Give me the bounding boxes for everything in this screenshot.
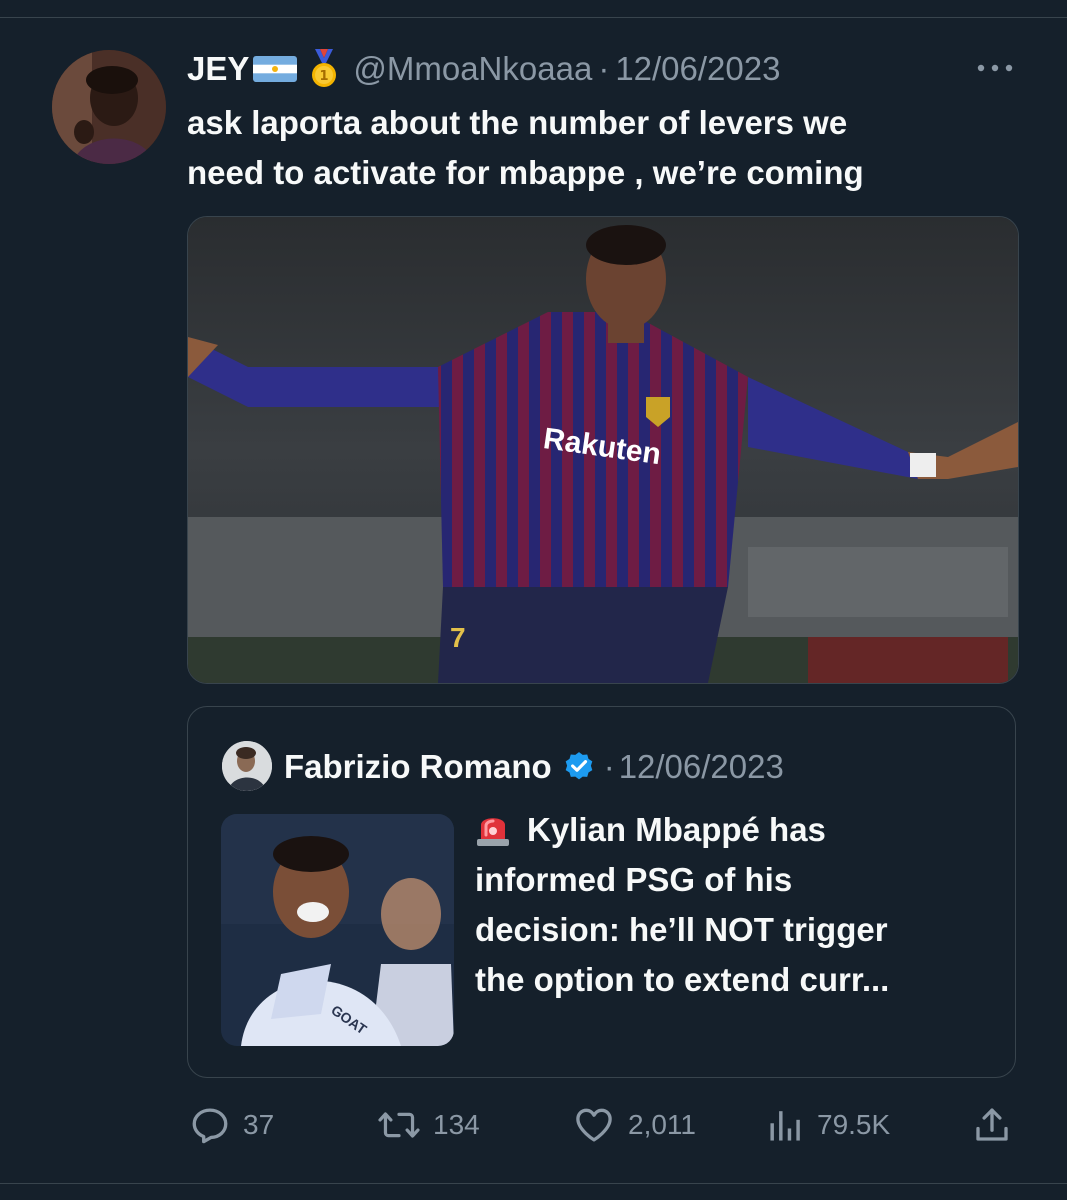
quoted-text-line-2: informed PSG of his [475,861,793,898]
author-name[interactable]: JEY [187,50,249,88]
divider [0,1183,1067,1184]
views-icon [770,1111,800,1141]
quoted-date[interactable]: 12/06/2023 [619,748,784,786]
rotating-light-icon [475,809,511,847]
quoted-text-line: Kylian Mbappé has [475,805,995,855]
reply-icon [192,1108,228,1144]
shirt-number-text: 7 [450,622,466,653]
tweet-image[interactable]: Rakuten 7 [187,216,1019,684]
like-count: 2,011 [628,1109,696,1140]
tweet-page: JEY 1 @MmoaNkoaaa · 12/06/2023 ask lapor… [0,0,1067,1200]
quoted-author-avatar[interactable] [222,741,272,791]
quoted-image[interactable]: GOAT [221,814,454,1046]
dot-separator: · [603,748,615,785]
tweet-header: JEY 1 @MmoaNkoaaa · 12/06/2023 [187,46,780,92]
quoted-author-name[interactable]: Fabrizio Romano [284,748,552,786]
svg-text:1: 1 [320,69,329,84]
reply-button[interactable]: 37 [189,1100,274,1150]
quoted-text-line-4: the option to extend curr... [475,961,890,998]
quoted-text-line-3: decision: he’ll NOT trigger [475,911,888,948]
retweet-icon [378,1112,420,1138]
tweet-text-line: ask laporta about the number of levers w… [187,104,848,141]
tweet-text: ask laporta about the number of levers w… [187,98,1007,198]
quoted-header: Fabrizio Romano · 12/06/2023 [284,745,784,789]
quoted-text: Kylian Mbappé has informed PSG of his de… [475,805,995,1005]
share-button[interactable] [971,1100,1013,1150]
author-handle[interactable]: @MmoaNkoaaa [353,50,592,88]
views-button[interactable]: 79.5K [767,1100,890,1150]
author-avatar[interactable] [52,50,166,164]
retweet-count: 134 [433,1109,480,1140]
gold-medal-icon: 1 [309,49,339,89]
reply-count: 37 [243,1109,275,1140]
tweet-text-line: need to activate for mbappe , we’re comi… [187,154,864,191]
views-count: 79.5K [817,1109,891,1140]
retweet-button[interactable]: 134 [377,1100,480,1150]
like-button[interactable]: 2,011 [572,1100,696,1150]
dot-separator: · [598,50,610,87]
argentina-flag-icon [253,56,298,82]
like-icon [576,1108,612,1142]
quoted-text-line-1: Kylian Mbappé has [527,811,826,848]
more-options-icon[interactable] [973,56,1017,80]
divider [0,17,1067,18]
share-icon [976,1108,1008,1141]
tweet-date[interactable]: 12/06/2023 [615,50,780,88]
quoted-tweet[interactable]: Fabrizio Romano · 12/06/2023 GOAT Kylian… [187,706,1016,1078]
action-bar: 37 134 2,011 79.5K [187,1100,1017,1150]
verified-badge-icon [562,750,596,784]
